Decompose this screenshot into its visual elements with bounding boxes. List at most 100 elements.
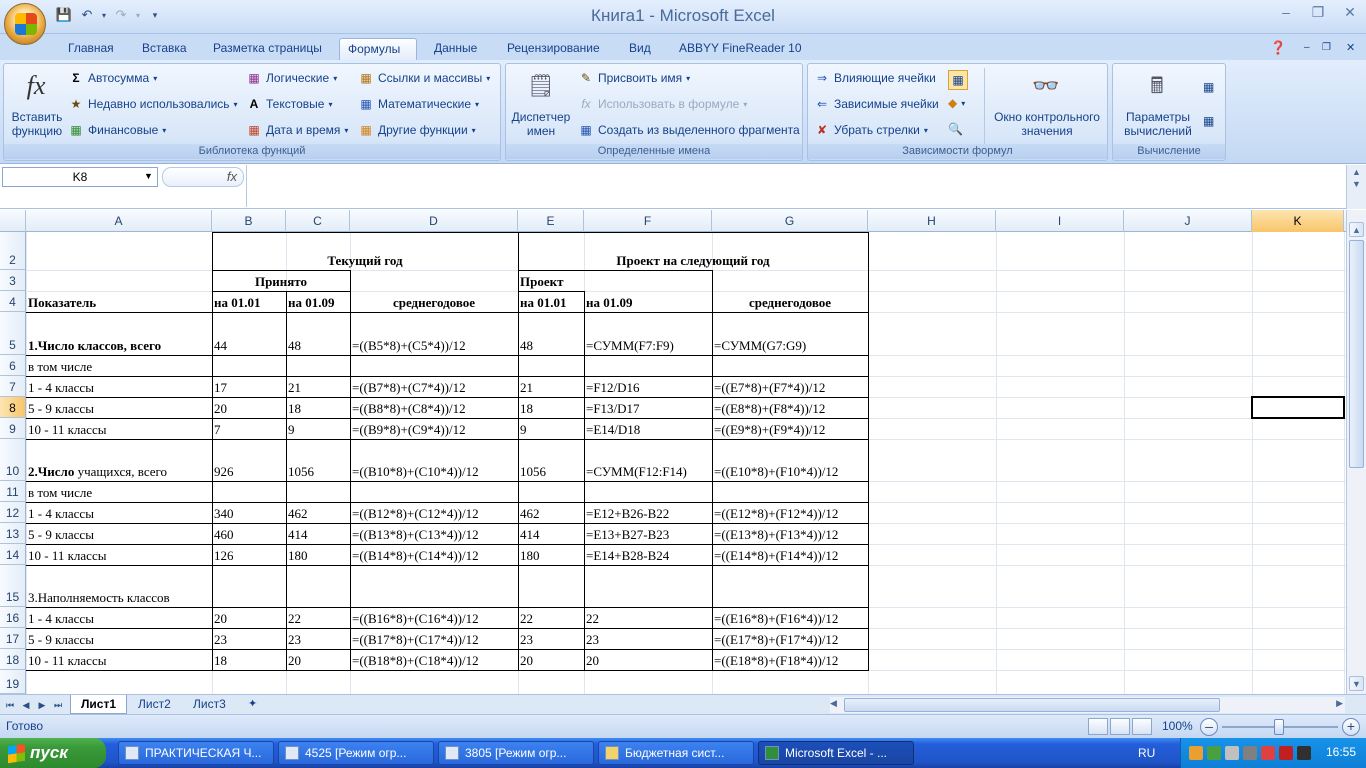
tab-view[interactable]: Вид — [621, 38, 659, 60]
logical-button[interactable]: ▦ Логические ▾ — [246, 70, 337, 86]
restore-button[interactable]: ❐ — [1306, 4, 1330, 22]
cell-b12[interactable]: 340 — [212, 502, 286, 523]
page-break-view-button[interactable] — [1132, 718, 1152, 735]
cell-b4[interactable]: на 01.01 — [212, 291, 286, 312]
cell-c8[interactable]: 18 — [286, 397, 350, 418]
cell-b2[interactable]: Текущий год — [212, 232, 518, 270]
cell-e17[interactable]: 23 — [518, 628, 584, 649]
tray-settings-icon[interactable] — [1243, 746, 1257, 760]
evaluate-formula-icon[interactable]: 🔍 — [948, 122, 963, 136]
cell-c13[interactable]: 414 — [286, 523, 350, 544]
show-formulas-icon[interactable]: ▦ — [948, 70, 968, 90]
cell-f9[interactable]: =E14/D18 — [584, 418, 712, 439]
calculator-icon[interactable]: 🖩 — [1141, 70, 1173, 102]
cell-f14[interactable]: =E14+B28-B24 — [584, 544, 712, 565]
calculation-options-button[interactable]: Параметры вычислений — [1115, 110, 1201, 138]
cell-a15[interactable]: 3.Наполняемость классов — [26, 565, 212, 607]
cell-f16[interactable]: 22 — [584, 607, 712, 628]
vertical-scrollbar[interactable]: ▲ ▼ — [1346, 210, 1366, 694]
cell-c7[interactable]: 21 — [286, 376, 350, 397]
cell-c9[interactable]: 9 — [286, 418, 350, 439]
insert-function-fx-button[interactable]: fx — [162, 167, 244, 187]
cell-a16[interactable]: 1 - 4 классы — [26, 607, 212, 628]
cell-a7[interactable]: 1 - 4 классы — [26, 376, 212, 397]
column-header-k[interactable]: K — [1252, 210, 1344, 232]
scroll-up-icon[interactable]: ▲ — [1349, 222, 1364, 237]
watch-window-icon[interactable]: 👓 — [1030, 70, 1062, 102]
insert-function-button[interactable]: Вставить функцию — [6, 110, 68, 138]
row-header-19[interactable]: 19 — [0, 670, 26, 694]
row-header-12[interactable]: 12 — [0, 502, 26, 523]
column-header-c[interactable]: C — [286, 210, 350, 232]
cell-f18[interactable]: 20 — [584, 649, 712, 670]
cell-e8[interactable]: 18 — [518, 397, 584, 418]
cell-g10[interactable]: =((E10*8)+(F10*4))/12 — [712, 439, 868, 481]
cell-e10[interactable]: 1056 — [518, 439, 584, 481]
prev-sheet-icon[interactable]: ◀ — [20, 698, 32, 712]
minimize-button[interactable]: – — [1274, 4, 1298, 22]
cell-e2[interactable]: Проект на следующий год — [518, 232, 868, 270]
cell-a18[interactable]: 10 - 11 классы — [26, 649, 212, 670]
recent-functions-button[interactable]: ★ Недавно использовались ▾ — [68, 96, 238, 112]
scroll-left-icon[interactable]: ◀ — [830, 698, 837, 709]
ribbon-restore-icon[interactable]: ❐ — [1314, 38, 1339, 60]
cell-g16[interactable]: =((E16*8)+(F16*4))/12 — [712, 607, 868, 628]
column-header-g[interactable]: G — [712, 210, 868, 232]
cell-f8[interactable]: =F13/D17 — [584, 397, 712, 418]
row-header-14[interactable]: 14 — [0, 544, 26, 565]
watch-window-button[interactable]: Окно контрольного значения — [988, 110, 1106, 138]
cell-e7[interactable]: 21 — [518, 376, 584, 397]
cell-b8[interactable]: 20 — [212, 397, 286, 418]
cell-d10[interactable]: =((B10*8)+(C10*4))/12 — [350, 439, 518, 481]
cell-d4[interactable]: среднегодовое — [350, 291, 518, 312]
row-header-16[interactable]: 16 — [0, 607, 26, 628]
cell-b18[interactable]: 18 — [212, 649, 286, 670]
zoom-out-icon[interactable]: – — [1200, 718, 1218, 736]
taskbar-item-2[interactable]: 4525 [Режим огр... — [278, 741, 434, 765]
cell-f4[interactable]: на 01.09 — [584, 291, 712, 312]
tab-insert[interactable]: Вставка — [134, 38, 195, 60]
normal-view-button[interactable] — [1088, 718, 1108, 735]
cell-d5[interactable]: =((B5*8)+(C5*4))/12 — [350, 312, 518, 355]
row-header-7[interactable]: 7 — [0, 376, 26, 397]
cell-g13[interactable]: =((E13*8)+(F13*4))/12 — [712, 523, 868, 544]
cell-b9[interactable]: 7 — [212, 418, 286, 439]
horizontal-scrollbar[interactable]: ◀ ▶ — [830, 697, 1345, 713]
sheet-tab-2[interactable]: Лист2 — [128, 695, 181, 714]
cell-f12[interactable]: =E12+B26-B22 — [584, 502, 712, 523]
financial-button[interactable]: ▦ Финансовые ▾ — [68, 122, 166, 138]
cell-f7[interactable]: =F12/D16 — [584, 376, 712, 397]
select-all-corner[interactable] — [0, 210, 26, 232]
cell-g7[interactable]: =((E7*8)+(F7*4))/12 — [712, 376, 868, 397]
tab-review[interactable]: Рецензирование — [499, 38, 608, 60]
row-header-15[interactable]: 15 — [0, 565, 26, 607]
column-header-d[interactable]: D — [350, 210, 518, 232]
math-button[interactable]: ▦ Математические ▾ — [358, 96, 479, 112]
formula-input[interactable] — [246, 165, 1346, 207]
last-sheet-icon[interactable]: ⏭ — [52, 698, 64, 712]
cell-a8[interactable]: 5 - 9 классы — [26, 397, 212, 418]
cell-e4[interactable]: на 01.01 — [518, 291, 584, 312]
taskbar-item-1[interactable]: ПРАКТИЧЕСКАЯ Ч... — [118, 741, 274, 765]
cell-a11[interactable]: в том числе — [26, 481, 212, 502]
cell-e12[interactable]: 462 — [518, 502, 584, 523]
cell-g14[interactable]: =((E14*8)+(F14*4))/12 — [712, 544, 868, 565]
close-button[interactable]: ✕ — [1338, 4, 1362, 22]
ribbon-close-icon[interactable]: ✕ — [1338, 38, 1363, 60]
cell-e16[interactable]: 22 — [518, 607, 584, 628]
taskbar-item-3[interactable]: 3805 [Режим огр... — [438, 741, 594, 765]
name-manager-button[interactable]: Диспетчер имен — [508, 110, 574, 138]
lookup-button[interactable]: ▦ Ссылки и массивы ▾ — [358, 70, 490, 86]
row-header-5[interactable]: 5 — [0, 312, 26, 355]
name-manager-icon[interactable]: 🗒 — [525, 70, 557, 102]
row-header-8[interactable]: 8 — [0, 397, 26, 418]
column-header-e[interactable]: E — [518, 210, 584, 232]
cell-a10[interactable]: 2.Число учащихся, всего — [26, 439, 212, 481]
column-header-a[interactable]: A — [26, 210, 212, 232]
other-functions-button[interactable]: ▦ Другие функции ▾ — [358, 122, 475, 138]
cell-g8[interactable]: =((E8*8)+(F8*4))/12 — [712, 397, 868, 418]
page-layout-view-button[interactable] — [1110, 718, 1130, 735]
tray-shield-icon[interactable] — [1225, 746, 1239, 760]
cell-d18[interactable]: =((B18*8)+(C18*4))/12 — [350, 649, 518, 670]
calculate-sheet-icon[interactable]: ▦ — [1203, 114, 1214, 128]
